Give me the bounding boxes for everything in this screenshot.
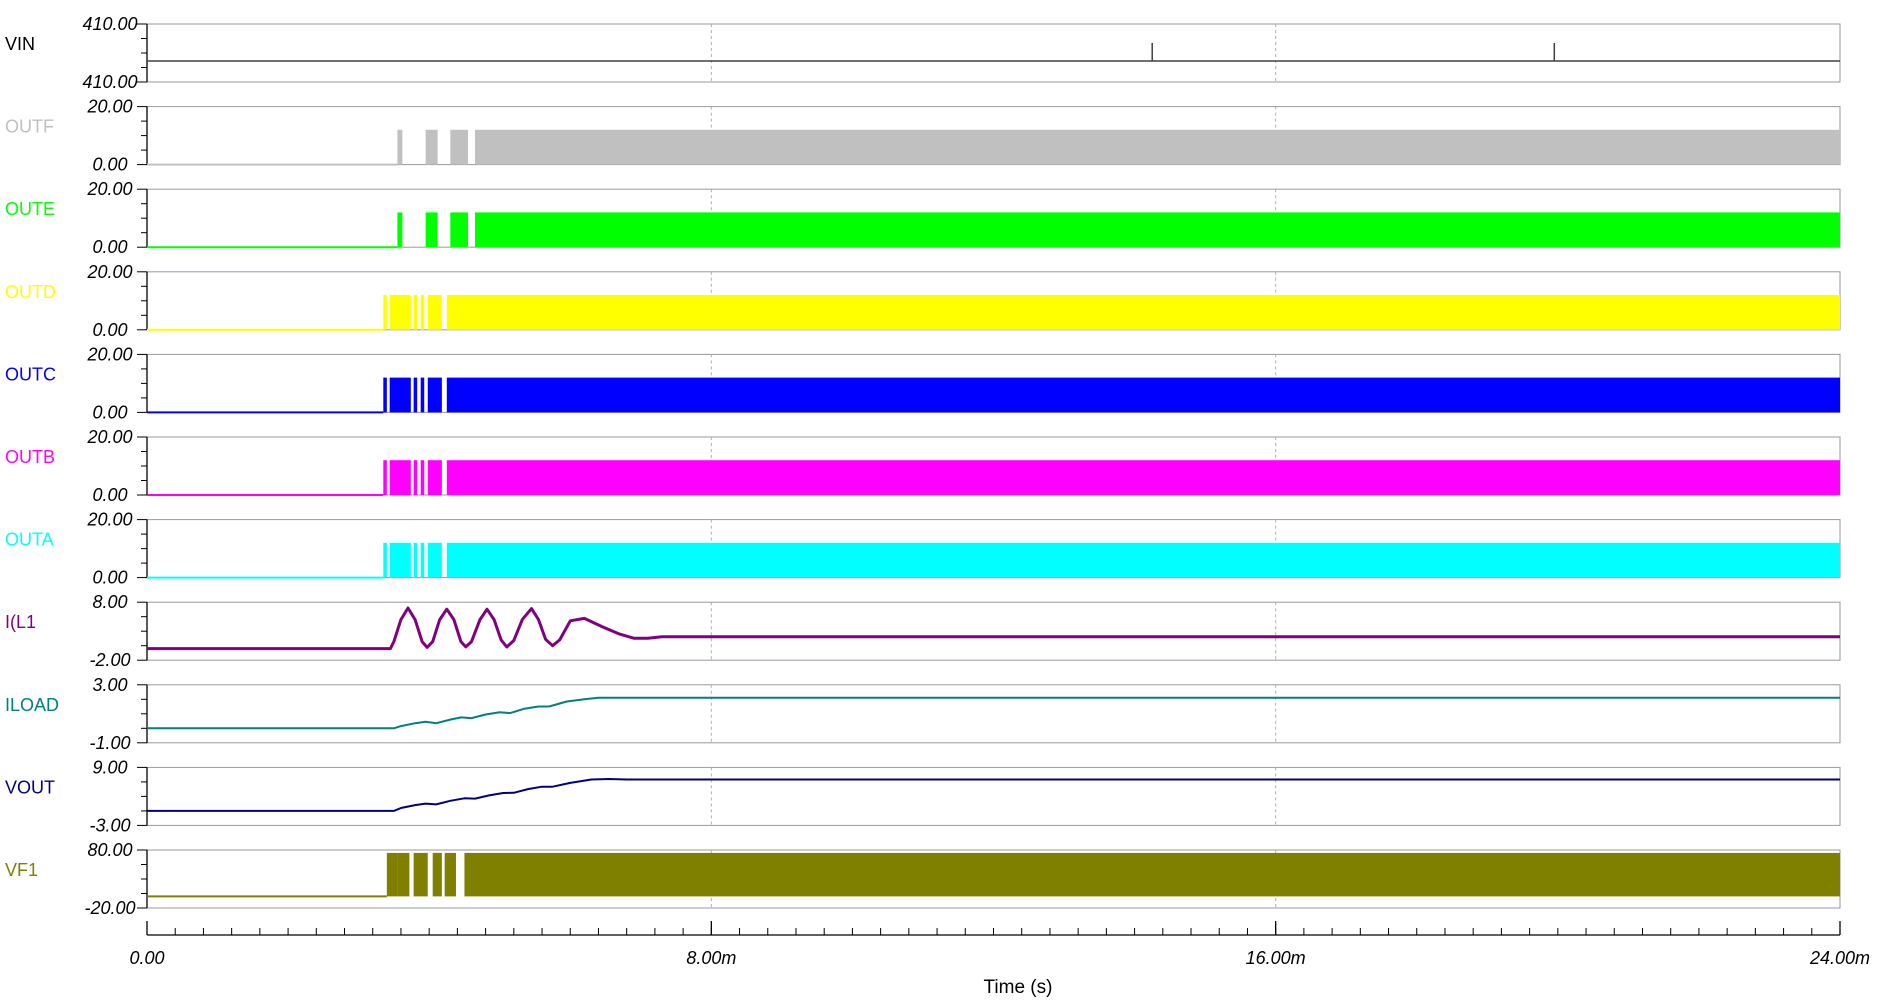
trace-burst: [413, 542, 418, 578]
trace-burst: [389, 460, 411, 495]
trace-burst: [420, 542, 425, 578]
trace-line-iload: [147, 696, 1840, 730]
panel-frame: [146, 684, 1841, 744]
y-top-label: 80.00: [87, 840, 132, 860]
trace-burst: [383, 377, 387, 413]
trace-band-oute: [475, 212, 1840, 248]
trace-name-vout: VOUT: [5, 777, 55, 797]
trace-line-i-l1: [147, 606, 1840, 651]
trace-band-outd: [446, 295, 1840, 330]
y-bottom-label: -3.00: [89, 815, 130, 835]
trace-burst: [397, 852, 410, 897]
trace-name-vf1: VF1: [5, 860, 38, 880]
trace-burst: [383, 460, 387, 495]
y-bottom-label: -2.00: [89, 650, 130, 670]
trace-burst: [413, 295, 418, 330]
trace-burst: [450, 129, 468, 165]
y-top-label: 410.00: [82, 14, 137, 34]
panel-frame: [146, 23, 1841, 83]
trace-band-outa: [446, 542, 1840, 578]
trace-panel-vf1: 80.00 -20.00 VF1: [5, 840, 1841, 918]
trace-burst: [427, 542, 442, 578]
y-bottom-label: 0.00: [92, 237, 127, 257]
trace-burst: [427, 377, 442, 413]
y-top-label: 8.00: [92, 592, 127, 612]
trace-burst: [420, 377, 425, 413]
trace-burst: [389, 542, 411, 578]
trace-burst: [444, 852, 456, 897]
x-tick-label: 0.00: [129, 948, 164, 968]
trace-panels: 410.00 410.00 VIN 20.00 0.00 OUTF 20.00 0.00 OUT…: [5, 14, 1841, 918]
trace-panel-outa: 20.00 0.00 OUTA: [5, 510, 1841, 588]
y-bottom-label: 0.00: [92, 402, 127, 422]
y-top-label: 20.00: [86, 510, 132, 530]
trace-burst: [389, 295, 411, 330]
y-bottom-label: 0.00: [92, 320, 127, 340]
x-tick-label: 8.00m: [686, 948, 736, 968]
trace-burst: [420, 460, 425, 495]
y-top-label: 20.00: [86, 427, 132, 447]
trace-burst: [427, 295, 442, 330]
trace-panel-i-l1: 8.00 -2.00 I(L1: [5, 592, 1841, 670]
x-tick-label: 24.00m: [1809, 948, 1870, 968]
y-top-label: 20.00: [86, 97, 132, 117]
y-bottom-label: -1.00: [89, 733, 130, 753]
trace-burst: [413, 460, 418, 495]
panel-frame: [146, 766, 1841, 826]
trace-burst: [420, 295, 425, 330]
trace-burst: [383, 542, 387, 578]
trace-panel-vout: 9.00 -3.00 VOUT: [5, 757, 1841, 835]
trace-panel-vin: 410.00 410.00 VIN: [5, 14, 1841, 92]
trace-burst: [383, 295, 387, 330]
trace-panel-outc: 20.00 0.00 OUTC: [5, 344, 1841, 422]
trace-name-outd: OUTD: [5, 282, 56, 302]
trace-name-outa: OUTA: [5, 530, 54, 550]
y-bottom-label: 0.00: [92, 155, 127, 175]
panel-frame: [146, 601, 1841, 661]
x-tick-label: 16.00m: [1246, 948, 1306, 968]
x-axis-title: Time (s): [984, 977, 1053, 998]
trace-burst: [413, 852, 428, 897]
trace-panel-outb: 20.00 0.00 OUTB: [5, 427, 1841, 505]
trace-band-vf1: [464, 852, 1840, 897]
trace-burst: [427, 460, 442, 495]
trace-burst: [413, 377, 418, 413]
trace-burst: [425, 212, 438, 248]
y-top-label: 20.00: [86, 344, 132, 364]
trace-name-vin: VIN: [5, 34, 35, 54]
trace-burst: [432, 852, 442, 897]
trace-line-vout: [147, 778, 1840, 812]
trace-burst: [397, 212, 403, 248]
x-axis: 0.00 8.00m 16.00m 24.00m: [129, 921, 1870, 968]
trace-burst: [386, 852, 398, 897]
trace-name-outb: OUTB: [5, 447, 55, 467]
y-bottom-label: 0.00: [92, 568, 127, 588]
y-bottom-label: -20.00: [84, 898, 135, 918]
trace-panel-iload: 3.00 -1.00 ILOAD: [5, 675, 1841, 753]
trace-band-outf: [475, 129, 1840, 165]
trace-panel-outf: 20.00 0.00 OUTF: [5, 97, 1841, 175]
trace-name-i-l1: I(L1: [5, 612, 36, 632]
y-top-label: 9.00: [92, 757, 127, 777]
trace-name-outf: OUTF: [5, 117, 54, 137]
trace-name-iload: ILOAD: [5, 695, 59, 715]
trace-burst: [389, 377, 411, 413]
trace-burst: [425, 129, 438, 165]
trace-burst: [450, 212, 468, 248]
trace-name-oute: OUTE: [5, 199, 55, 219]
y-bottom-label: 410.00: [82, 72, 137, 92]
trace-panel-oute: 20.00 0.00 OUTE: [5, 179, 1841, 257]
y-top-label: 20.00: [86, 179, 132, 199]
trace-band-outc: [446, 377, 1840, 413]
y-top-label: 3.00: [92, 675, 127, 695]
trace-burst: [397, 129, 403, 165]
trace-name-outc: OUTC: [5, 364, 56, 384]
trace-panel-outd: 20.00 0.00 OUTD: [5, 262, 1841, 340]
y-bottom-label: 0.00: [92, 485, 127, 505]
waveform-chart: 410.00 410.00 VIN 20.00 0.00 OUTF 20.00 0.00 OUT…: [5, 14, 1870, 998]
y-top-label: 20.00: [86, 262, 132, 282]
trace-band-outb: [446, 460, 1840, 495]
